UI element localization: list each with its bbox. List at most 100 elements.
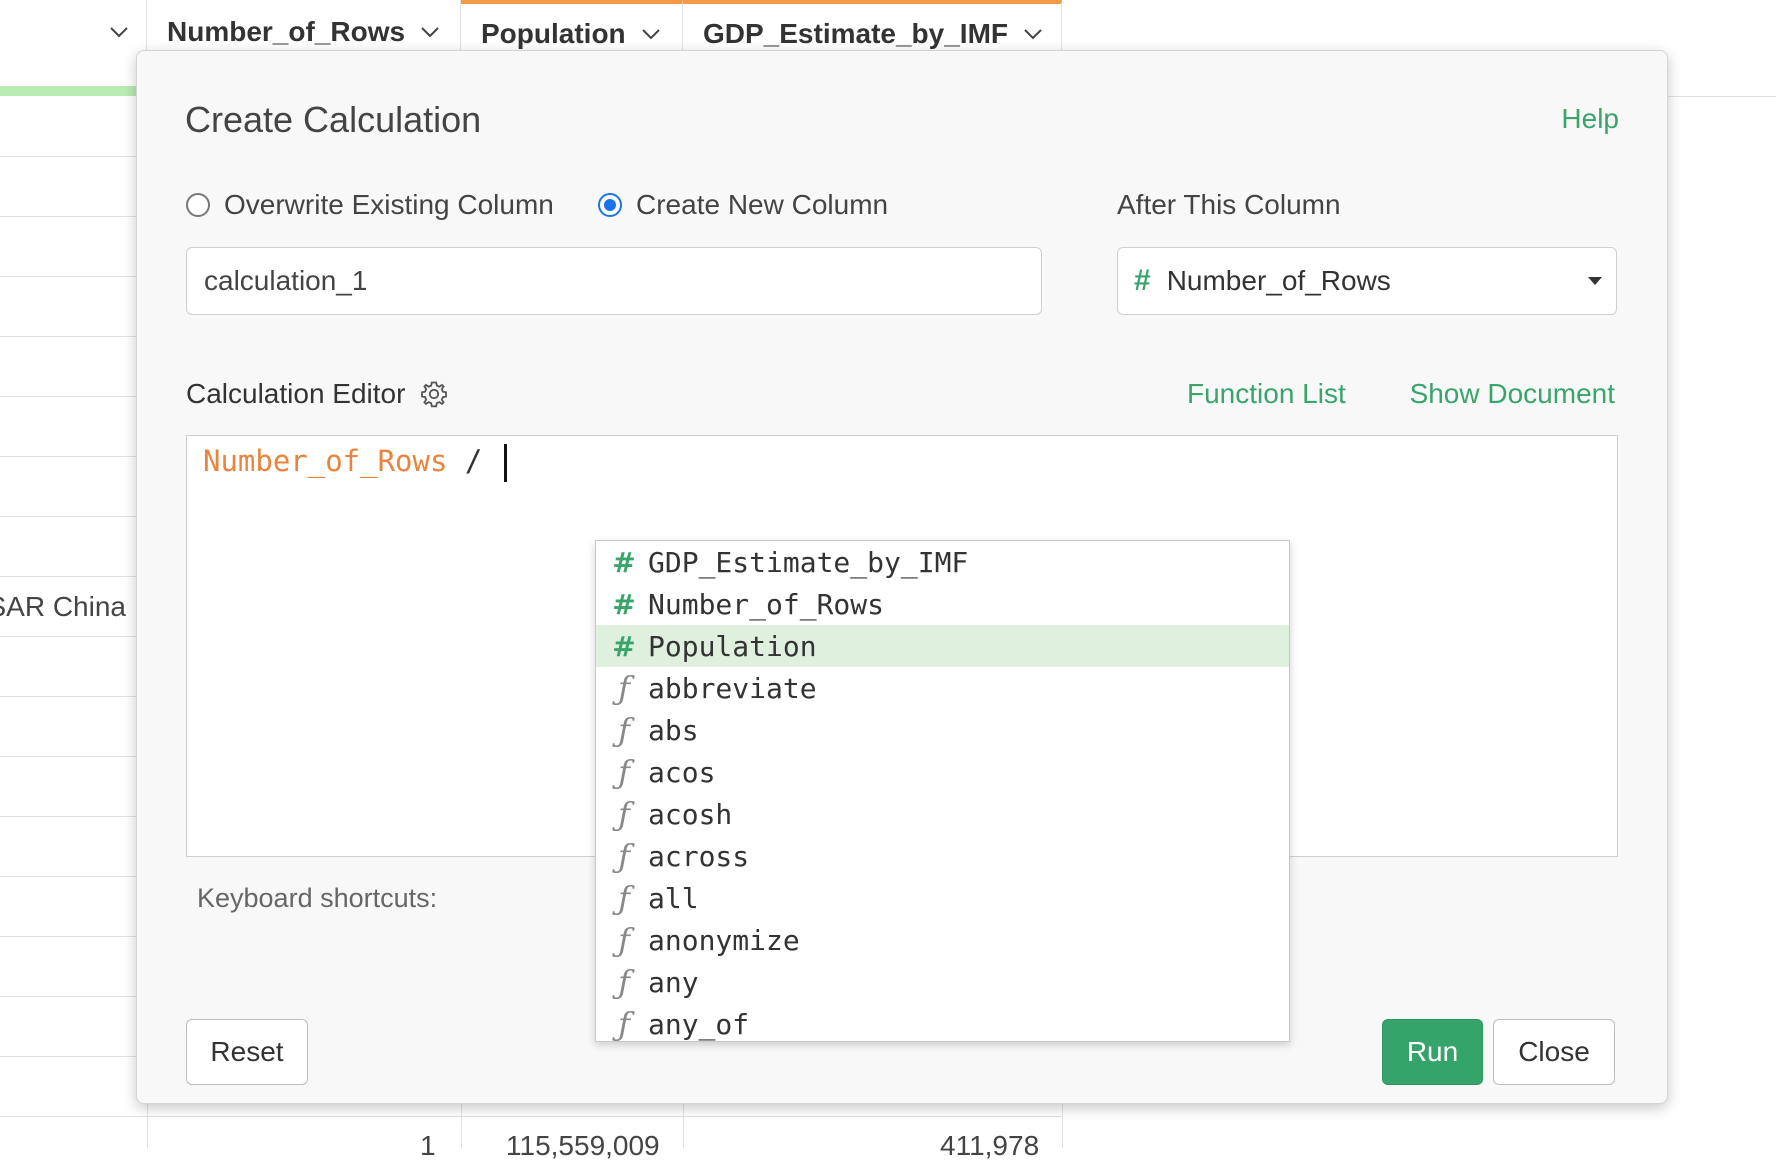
- close-button[interactable]: Close: [1493, 1019, 1615, 1085]
- chevron-down-icon[interactable]: [419, 21, 441, 43]
- column-quality-bar: [0, 86, 140, 96]
- autocomplete-item[interactable]: ƒ acos: [596, 751, 1289, 793]
- function-icon: ƒ: [618, 837, 630, 875]
- function-list-link[interactable]: Function List: [1187, 378, 1346, 410]
- row-divider: [0, 1056, 140, 1057]
- function-icon: ƒ: [618, 921, 630, 959]
- autocomplete-item[interactable]: ƒ any_of: [596, 1003, 1289, 1042]
- autocomplete-item[interactable]: ƒ any: [596, 961, 1289, 1003]
- row-divider: [0, 516, 140, 517]
- column-header-0[interactable]: [0, 0, 147, 64]
- radio-label: Create New Column: [636, 189, 889, 220]
- reset-button[interactable]: Reset: [186, 1019, 308, 1085]
- run-button[interactable]: Run: [1382, 1019, 1483, 1085]
- number-type-icon: #: [612, 545, 636, 579]
- column-header-label: Population: [481, 18, 626, 49]
- row-divider: [0, 216, 140, 217]
- autocomplete-item-label: across: [648, 839, 750, 873]
- chevron-down-icon[interactable]: [1022, 23, 1044, 45]
- row-divider: [0, 456, 140, 457]
- chevron-down-icon[interactable]: [640, 23, 662, 45]
- after-column-label: After This Column: [1117, 189, 1341, 220]
- autocomplete-item-label: anonymize: [648, 923, 800, 957]
- autocomplete-item-label: acos: [648, 755, 716, 789]
- grid-cell-num-rows: 1: [420, 1130, 436, 1161]
- grid-cell-country: SAR China: [0, 591, 126, 622]
- row-divider: [0, 156, 140, 157]
- selected-column: Number_of_Rows: [1166, 265, 1391, 296]
- row-divider: [0, 336, 140, 337]
- autocomplete-item[interactable]: ƒ abbreviate: [596, 667, 1289, 709]
- row-divider: [0, 756, 140, 757]
- text-cursor: [503, 444, 507, 482]
- radio-create-new[interactable]: Create New Column: [598, 189, 888, 221]
- autocomplete-item-label: Number_of_Rows: [648, 587, 885, 621]
- autocomplete-item[interactable]: ƒ all: [596, 877, 1289, 919]
- autocomplete-item-label: all: [648, 881, 699, 915]
- autocomplete-item-label: abs: [648, 713, 699, 747]
- caret-down-icon: [1588, 277, 1602, 285]
- dialog-title: Create Calculation: [185, 99, 482, 140]
- function-icon: ƒ: [618, 711, 630, 749]
- column-divider: [147, 1104, 148, 1148]
- expression-field-token: Number_of_Rows: [203, 444, 448, 478]
- function-icon: ƒ: [618, 669, 630, 707]
- chevron-down-icon[interactable]: [108, 21, 130, 43]
- row-divider: [0, 576, 140, 577]
- column-header-label: Number_of_Rows: [167, 16, 406, 47]
- expression-operator-token: /: [447, 444, 483, 478]
- autocomplete-item[interactable]: # Population: [596, 625, 1289, 667]
- autocomplete-item-label: any_of: [648, 1007, 750, 1041]
- row-divider: [0, 1116, 1062, 1117]
- number-type-icon: #: [1134, 264, 1151, 297]
- function-icon: ƒ: [618, 879, 630, 917]
- autocomplete-item-label: any: [648, 965, 699, 999]
- radio-overwrite-existing[interactable]: Overwrite Existing Column: [186, 189, 554, 221]
- autocomplete-item-label: Population: [648, 629, 817, 663]
- autocomplete-item-label: abbreviate: [648, 671, 817, 705]
- function-icon: ƒ: [618, 753, 630, 791]
- column-header-label: GDP_Estimate_by_IMF: [703, 18, 1008, 49]
- new-column-name-input[interactable]: [186, 247, 1042, 315]
- column-divider: [461, 1104, 462, 1148]
- row-divider: [0, 996, 140, 997]
- autocomplete-item[interactable]: # GDP_Estimate_by_IMF: [596, 541, 1289, 583]
- number-type-icon: #: [612, 587, 636, 621]
- help-link[interactable]: Help: [1561, 103, 1619, 135]
- radio-label: Overwrite Existing Column: [224, 189, 554, 220]
- autocomplete-item[interactable]: ƒ across: [596, 835, 1289, 877]
- radio-button-checked[interactable]: [598, 193, 622, 217]
- after-column-select[interactable]: # Number_of_Rows: [1117, 247, 1617, 315]
- grid-cell-population: 115,559,009: [506, 1130, 660, 1161]
- row-divider: [0, 876, 140, 877]
- create-calculation-dialog: Create Calculation Help Overwrite Existi…: [136, 50, 1668, 1104]
- number-type-icon: #: [612, 629, 636, 663]
- radio-button-unchecked[interactable]: [186, 193, 210, 217]
- autocomplete-item[interactable]: # Number_of_Rows: [596, 583, 1289, 625]
- function-icon: ƒ: [618, 795, 630, 833]
- gear-icon[interactable]: [419, 379, 449, 409]
- grid-cell-gdp: 411,978: [940, 1130, 1040, 1161]
- row-divider: [0, 936, 140, 937]
- keyboard-shortcuts-label: Keyboard shortcuts:: [197, 883, 438, 913]
- row-divider: [0, 276, 140, 277]
- function-icon: ƒ: [618, 1005, 630, 1042]
- row-divider: [0, 816, 140, 817]
- calculation-editor-header: Calculation Editor: [186, 378, 449, 410]
- row-divider: [0, 636, 140, 637]
- expression-line: Number_of_Rows /: [203, 444, 507, 482]
- row-divider: [0, 396, 140, 397]
- column-divider: [683, 1104, 684, 1148]
- autocomplete-item[interactable]: ƒ anonymize: [596, 919, 1289, 961]
- column-divider: [1062, 1104, 1063, 1148]
- autocomplete-item-label: GDP_Estimate_by_IMF: [648, 545, 969, 579]
- grid-divider: [1668, 96, 1776, 97]
- row-divider: [0, 696, 140, 697]
- calculation-editor-label: Calculation Editor: [186, 378, 406, 409]
- autocomplete-dropdown[interactable]: # GDP_Estimate_by_IMF # Number_of_Rows # Popu…: [595, 540, 1290, 1042]
- show-document-link[interactable]: Show Document: [1410, 378, 1615, 410]
- autocomplete-item[interactable]: ƒ acosh: [596, 793, 1289, 835]
- function-icon: ƒ: [618, 963, 630, 1001]
- autocomplete-item[interactable]: ƒ abs: [596, 709, 1289, 751]
- autocomplete-item-label: acosh: [648, 797, 733, 831]
